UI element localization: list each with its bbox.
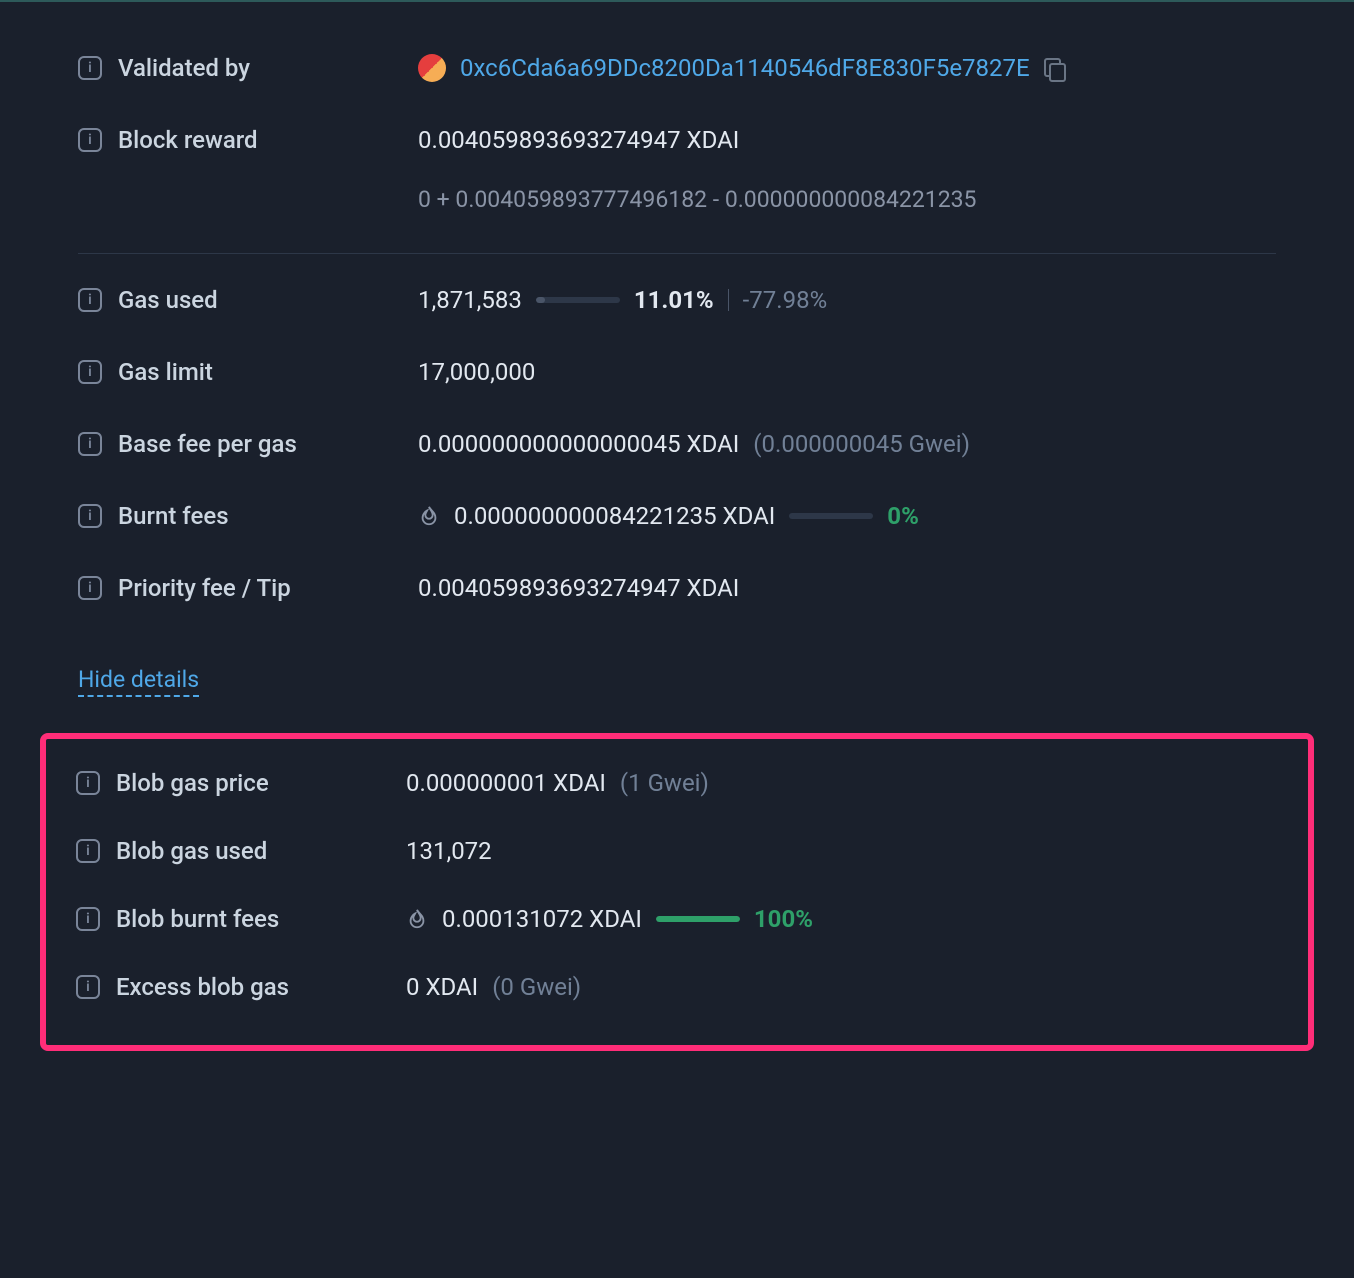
flame-icon xyxy=(418,503,440,529)
info-icon[interactable]: i xyxy=(76,839,100,863)
base-fee-value: 0.000000000000000045 XDAI xyxy=(418,430,739,458)
gas-used-value: 1,871,583 xyxy=(418,286,522,314)
gas-limit-value: 17,000,000 xyxy=(418,358,535,386)
row-block-reward: i Block reward 0.004059893693274947 XDAI… xyxy=(78,104,1276,235)
label-validated-by: Validated by xyxy=(118,54,250,82)
row-excess-blob-gas: i Excess blob gas 0 XDAI (0 Gwei) xyxy=(76,953,1278,1021)
burnt-fees-progress xyxy=(789,513,873,519)
blob-gas-price-gwei: (1 Gwei) xyxy=(620,769,709,797)
label-burnt-fees: Burnt fees xyxy=(118,502,229,530)
info-icon[interactable]: i xyxy=(78,56,102,80)
gas-used-progress xyxy=(536,297,620,303)
blob-gas-price-value: 0.000000001 XDAI xyxy=(406,769,606,797)
label-priority-fee: Priority fee / Tip xyxy=(118,574,291,602)
priority-fee-value: 0.004059893693274947 XDAI xyxy=(418,574,739,602)
info-icon[interactable]: i xyxy=(78,576,102,600)
row-priority-fee: i Priority fee / Tip 0.00405989369327494… xyxy=(78,552,1276,624)
label-blob-gas-price: Blob gas price xyxy=(116,769,269,797)
row-gas-used: i Gas used 1,871,583 11.01% -77.98% xyxy=(78,264,1276,336)
excess-blob-gas-value: 0 XDAI xyxy=(406,973,478,1001)
blob-details-highlight: i Blob gas price 0.000000001 XDAI (1 Gwe… xyxy=(40,733,1314,1051)
info-icon[interactable]: i xyxy=(78,288,102,312)
label-blob-burnt-fees: Blob burnt fees xyxy=(116,905,279,933)
label-blob-gas-used: Blob gas used xyxy=(116,837,267,865)
row-blob-burnt-fees: i Blob burnt fees 0.000131072 XDAI 100% xyxy=(76,885,1278,953)
label-base-fee: Base fee per gas xyxy=(118,430,297,458)
label-block-reward: Block reward xyxy=(118,126,258,154)
blob-burnt-fees-progress xyxy=(656,916,740,922)
label-gas-limit: Gas limit xyxy=(118,358,213,386)
vertical-divider xyxy=(728,289,729,311)
excess-blob-gas-gwei: (0 Gwei) xyxy=(492,973,581,1001)
gas-used-percent: 11.01% xyxy=(634,286,714,314)
blob-burnt-fees-percent: 100% xyxy=(754,905,813,933)
block-reward-breakdown: 0 + 0.004059893777496182 - 0.00000000008… xyxy=(418,186,976,213)
info-icon[interactable]: i xyxy=(78,432,102,456)
row-burnt-fees: i Burnt fees 0.000000000084221235 XDAI 0… xyxy=(78,480,1276,552)
info-icon[interactable]: i xyxy=(78,360,102,384)
info-icon[interactable]: i xyxy=(78,504,102,528)
row-validated-by: i Validated by 0xc6Cda6a69DDc8200Da11405… xyxy=(78,32,1276,104)
block-reward-value: 0.004059893693274947 XDAI xyxy=(418,126,739,154)
validator-logo-icon xyxy=(418,54,446,82)
label-excess-blob-gas: Excess blob gas xyxy=(116,973,289,1001)
burnt-fees-percent: 0% xyxy=(887,502,919,530)
info-icon[interactable]: i xyxy=(76,907,100,931)
row-blob-gas-price: i Blob gas price 0.000000001 XDAI (1 Gwe… xyxy=(76,749,1278,817)
copy-icon[interactable] xyxy=(1044,58,1064,78)
blob-gas-used-value: 131,072 xyxy=(406,837,492,865)
info-icon[interactable]: i xyxy=(76,975,100,999)
row-gas-limit: i Gas limit 17,000,000 xyxy=(78,336,1276,408)
hide-details-link[interactable]: Hide details xyxy=(78,666,199,697)
section-divider xyxy=(78,253,1276,254)
base-fee-gwei: (0.000000045 Gwei) xyxy=(753,430,970,458)
info-icon[interactable]: i xyxy=(76,771,100,795)
validator-address-link[interactable]: 0xc6Cda6a69DDc8200Da1140546dF8E830F5e782… xyxy=(460,54,1030,82)
flame-icon xyxy=(406,906,428,932)
label-gas-used: Gas used xyxy=(118,286,218,314)
row-blob-gas-used: i Blob gas used 131,072 xyxy=(76,817,1278,885)
burnt-fees-value: 0.000000000084221235 XDAI xyxy=(454,502,775,530)
blob-burnt-fees-value: 0.000131072 XDAI xyxy=(442,905,642,933)
row-base-fee: i Base fee per gas 0.000000000000000045 … xyxy=(78,408,1276,480)
gas-used-delta: -77.98% xyxy=(743,286,828,314)
info-icon[interactable]: i xyxy=(78,128,102,152)
